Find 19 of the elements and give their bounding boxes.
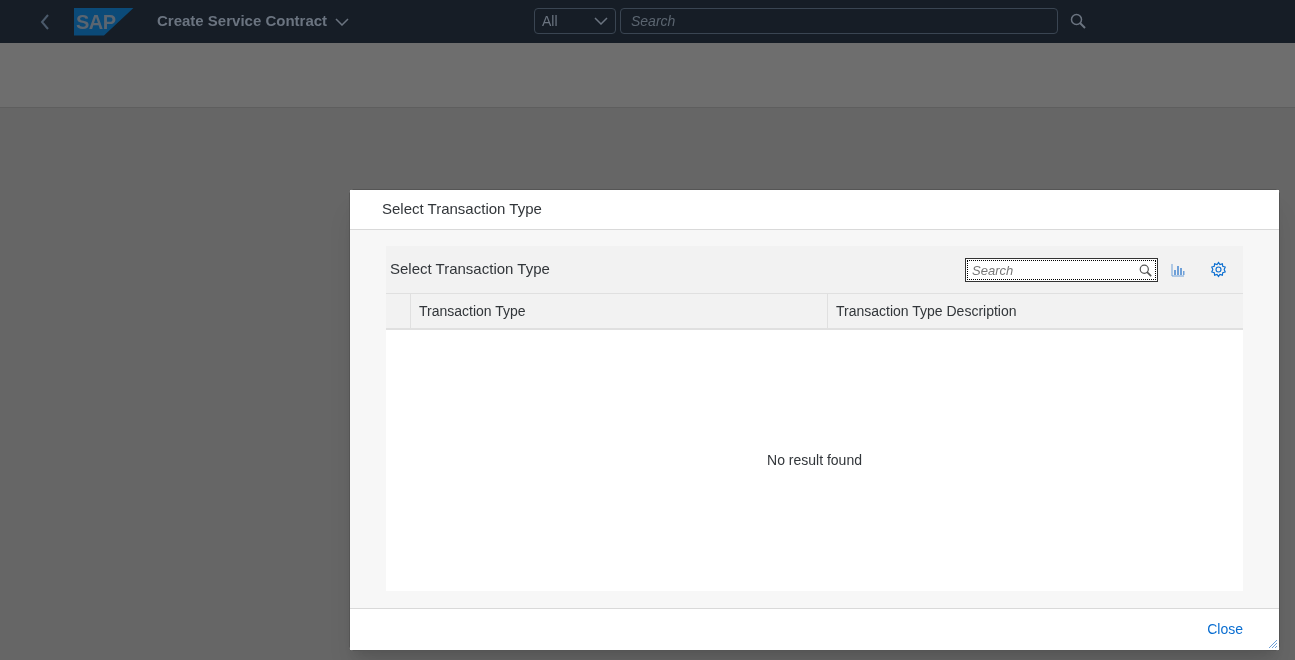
bar-chart-icon[interactable] bbox=[1171, 262, 1185, 277]
settings-icon[interactable] bbox=[1210, 261, 1227, 278]
chevron-down-icon bbox=[594, 17, 608, 25]
search-icon[interactable] bbox=[1070, 13, 1086, 29]
logo: SAP bbox=[74, 7, 134, 36]
column-header: Transaction Type bbox=[411, 294, 828, 328]
search-scope-select[interactable]: All bbox=[534, 8, 616, 34]
close-button[interactable]: Close bbox=[1199, 615, 1251, 644]
search-icon[interactable] bbox=[1139, 263, 1152, 277]
resize-handle-icon[interactable] bbox=[1269, 640, 1277, 648]
back-icon[interactable] bbox=[40, 13, 50, 30]
column-header: Transaction Type Description bbox=[835, 301, 1018, 321]
empty-message: No result found bbox=[767, 451, 862, 470]
search-field[interactable]: Search bbox=[620, 8, 1058, 34]
table-search-field[interactable]: Search bbox=[965, 258, 1158, 282]
app-title-menu[interactable]: Create Service Contract bbox=[157, 10, 350, 33]
table-title: Select Transaction Type bbox=[390, 259, 551, 280]
chevron-down-icon bbox=[335, 17, 350, 26]
dialog-title: Select Transaction Type bbox=[382, 199, 542, 220]
